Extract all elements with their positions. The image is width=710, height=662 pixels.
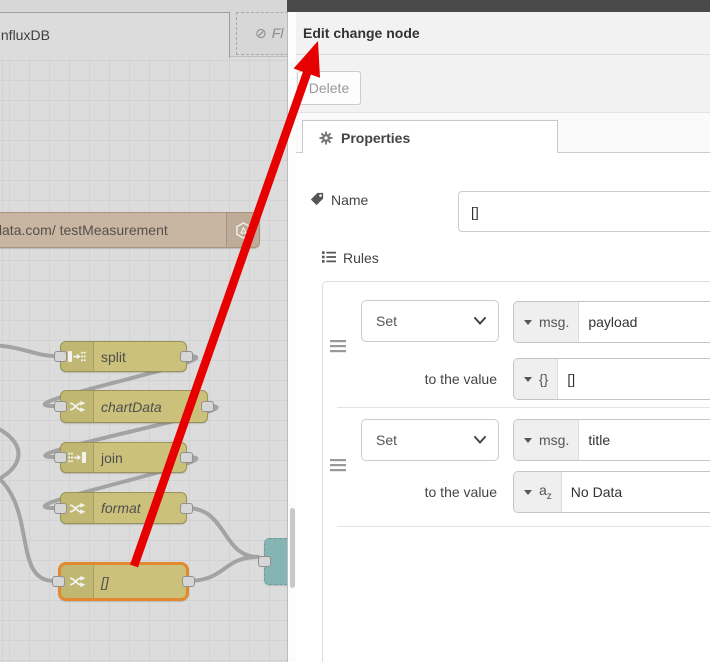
screenshot-root: InfluxDB ⊘ Fl data.com/ testMeasurement s… xyxy=(0,0,710,662)
typed-input-type-button[interactable]: msg. xyxy=(514,420,580,460)
wire[interactable] xyxy=(185,506,260,559)
tab-properties[interactable]: Properties xyxy=(302,120,558,154)
name-input[interactable] xyxy=(458,191,710,232)
node-dashboard-chart[interactable] xyxy=(258,538,287,585)
list-icon xyxy=(322,251,336,263)
node-format[interactable]: format xyxy=(54,492,193,524)
chevron-down-icon xyxy=(474,436,486,444)
change-icon xyxy=(61,565,94,598)
caret-down-icon xyxy=(524,376,532,382)
delete-button[interactable]: Delete xyxy=(297,71,361,105)
caret-down-icon xyxy=(524,319,532,325)
node-input-port[interactable] xyxy=(52,576,65,587)
editor-tab-bar: Properties xyxy=(296,113,710,154)
rule-action-select[interactable]: Set xyxy=(361,419,499,461)
node-output-port[interactable] xyxy=(201,401,214,412)
caret-down-icon xyxy=(524,437,532,443)
rules-label: Rules xyxy=(343,250,379,266)
to-the-value-label: to the value xyxy=(424,484,497,500)
caret-down-icon xyxy=(524,489,532,495)
drag-handle-icon[interactable] xyxy=(330,340,346,353)
node-input-port[interactable] xyxy=(54,452,67,463)
wire[interactable] xyxy=(185,555,260,583)
chevron-down-icon xyxy=(474,317,486,325)
node-join[interactable]: join xyxy=(54,442,193,473)
rule-value-input[interactable]: {} [] xyxy=(513,358,710,400)
typed-input-type-button[interactable]: az xyxy=(514,472,562,512)
rule-action-select[interactable]: Set xyxy=(361,300,499,342)
typed-input-type-button[interactable]: {} xyxy=(514,359,559,399)
drag-handle-icon[interactable] xyxy=(330,459,346,472)
node-input-port[interactable] xyxy=(54,401,67,412)
node-output-port[interactable] xyxy=(180,452,193,463)
node-influxdb-out[interactable]: data.com/ testMeasurement xyxy=(0,212,260,248)
node-change-selected[interactable]: [] xyxy=(52,562,195,601)
node-chartdata[interactable]: chartData xyxy=(54,390,214,423)
rule-property-input[interactable]: msg. title xyxy=(513,419,710,461)
tray-scrollbar[interactable] xyxy=(290,508,295,588)
name-label: Name xyxy=(331,192,369,208)
tray-title: Edit change node xyxy=(303,25,420,41)
node-input-port[interactable] xyxy=(258,556,271,567)
wire[interactable] xyxy=(0,425,21,483)
rules-list: Set msg. payload to the value {} [] Set … xyxy=(322,281,710,662)
typed-input-type-button[interactable]: msg. xyxy=(514,302,580,342)
rule-property-input[interactable]: msg. payload xyxy=(513,301,710,343)
tag-icon xyxy=(310,192,324,206)
rule-separator xyxy=(337,526,710,527)
node-output-port[interactable] xyxy=(182,576,195,587)
wire[interactable] xyxy=(0,470,56,583)
flow-canvas[interactable]: InfluxDB ⊘ Fl data.com/ testMeasurement s… xyxy=(0,0,287,662)
json-type-icon: {} xyxy=(539,371,549,387)
gear-icon xyxy=(319,130,333,145)
to-the-value-label: to the value xyxy=(424,371,497,387)
rule-value-input[interactable]: az No Data xyxy=(513,471,710,513)
string-type-icon: az xyxy=(539,482,552,502)
tray-header: Edit change node xyxy=(296,12,710,55)
influxdb-icon xyxy=(226,213,259,247)
node-input-port[interactable] xyxy=(54,502,67,514)
rule-separator xyxy=(337,407,710,408)
edit-form: Name Rules Set xyxy=(296,153,710,662)
wire[interactable] xyxy=(0,343,56,358)
node-split[interactable]: split xyxy=(54,341,193,372)
node-input-port[interactable] xyxy=(54,351,67,362)
node-output-port[interactable] xyxy=(180,351,193,362)
node-output-port[interactable] xyxy=(180,502,193,514)
tray-toolbar: Delete xyxy=(296,55,710,113)
